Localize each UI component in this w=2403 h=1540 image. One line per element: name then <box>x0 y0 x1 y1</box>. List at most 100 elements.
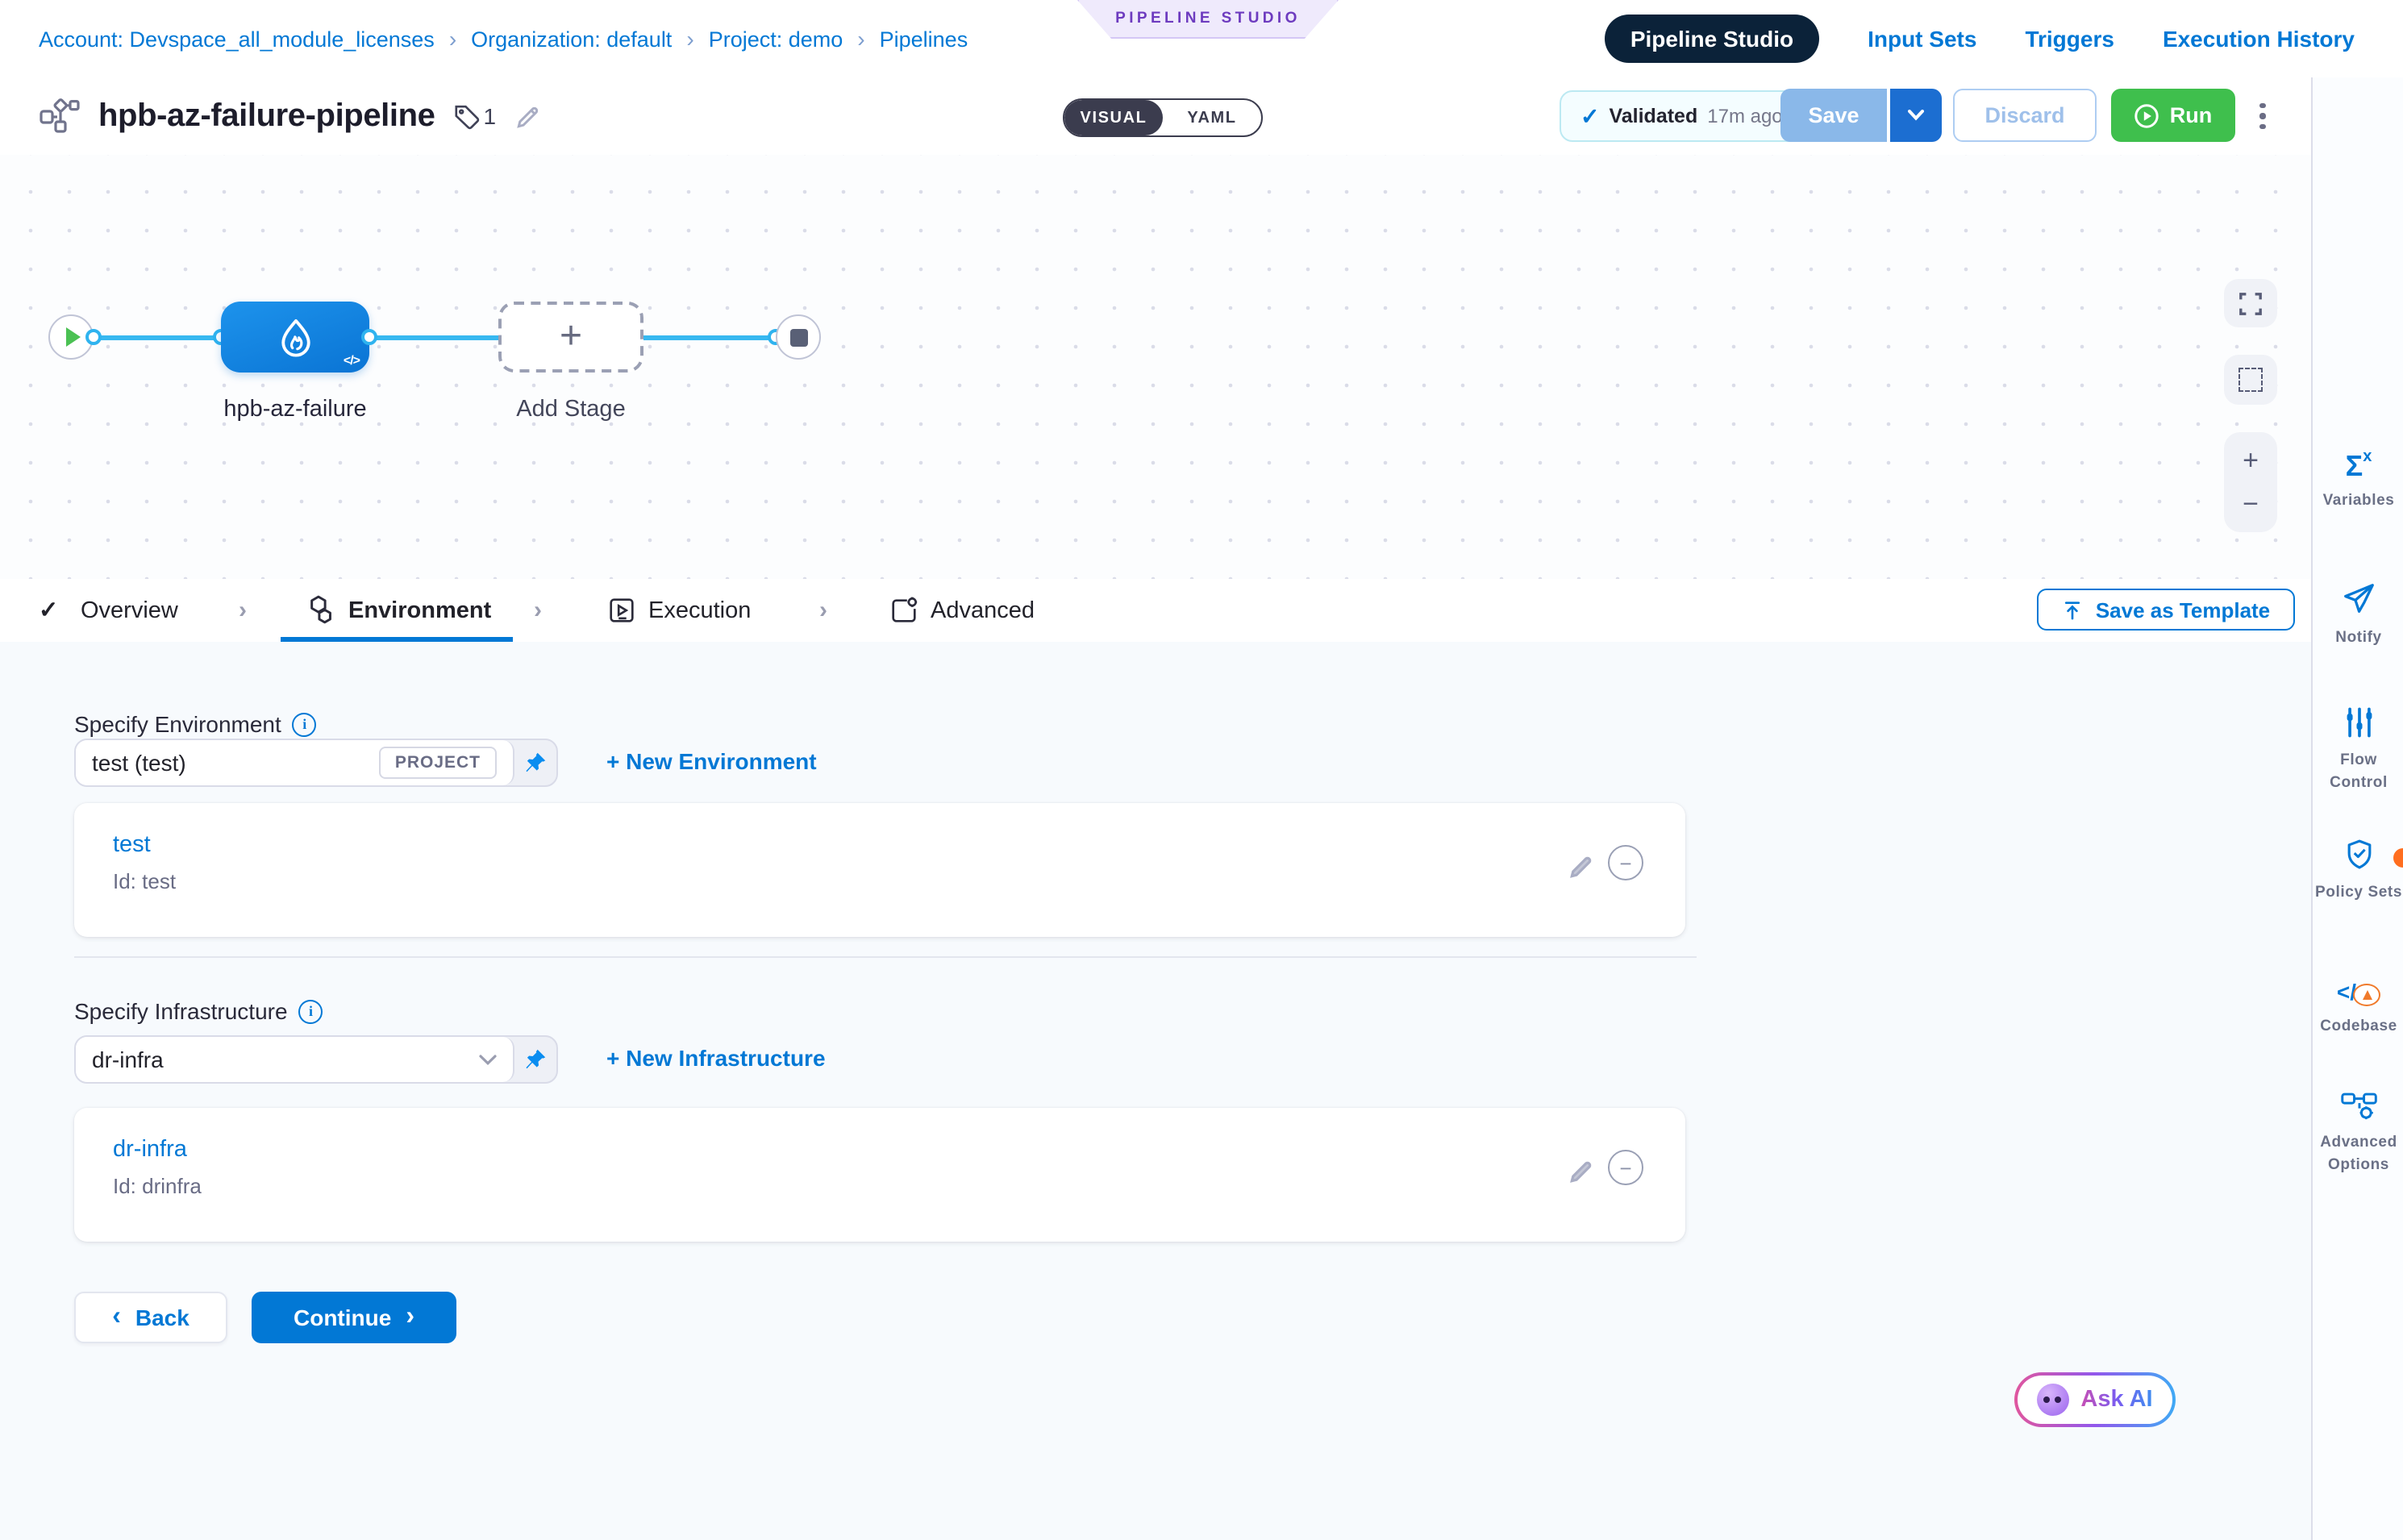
infrastructure-card-title[interactable]: dr-infra <box>113 1137 187 1163</box>
breadcrumb-separator: › <box>686 26 693 52</box>
zoom-out-button[interactable]: − <box>2243 489 2259 517</box>
discard-button[interactable]: Discard <box>1953 89 2097 142</box>
validated-time: 17m ago <box>1707 105 1782 127</box>
title-group: hpb-az-failure-pipeline 1 <box>39 77 541 155</box>
environment-panel: Specify Environment i test (test) PROJEC… <box>0 642 2311 1540</box>
breadcrumb-account[interactable]: Account: Devspace_all_module_licenses <box>39 27 435 51</box>
connector-dot <box>361 329 377 345</box>
pipeline-end-node <box>776 314 821 360</box>
continue-button[interactable]: Continue › <box>252 1292 456 1343</box>
ai-bot-icon <box>2037 1384 2069 1416</box>
rail-item-variables[interactable]: Σx Variables <box>2313 452 2403 513</box>
toggle-yaml[interactable]: YAML <box>1163 100 1261 135</box>
edit-pencil-icon[interactable] <box>514 102 541 130</box>
sigma-x-icon: Σx <box>2346 452 2372 481</box>
remove-minus-icon[interactable]: − <box>1608 845 1643 880</box>
chevron-right-icon: › <box>239 579 247 642</box>
scope-badge: PROJECT <box>379 747 497 779</box>
specify-infrastructure-label: Specify Infrastructure i <box>74 998 323 1024</box>
rail-item-flow-control[interactable]: Flow Control <box>2313 705 2403 794</box>
more-options-icon[interactable] <box>2251 95 2274 137</box>
run-play-icon <box>2134 102 2160 128</box>
rail-item-codebase[interactable]: </ Codebase <box>2313 977 2403 1038</box>
environment-card: test Id: test − <box>74 803 1685 937</box>
breadcrumb-project[interactable]: Project: demo <box>709 27 843 51</box>
edit-pencil-icon[interactable] <box>1568 1158 1595 1185</box>
nav-execution-history[interactable]: Execution History <box>2163 26 2355 52</box>
run-label: Run <box>2170 103 2213 127</box>
nav-pipeline-studio[interactable]: Pipeline Studio <box>1605 15 1819 63</box>
zoom-control: + − <box>2224 432 2277 532</box>
pin-environment-button[interactable] <box>514 740 556 785</box>
remove-minus-icon[interactable]: − <box>1608 1150 1643 1185</box>
code-glyph-icon: </> <box>344 353 360 368</box>
stage-tabbar: ✓ Overview › Environment › Execution › <box>0 579 2311 643</box>
environment-card-title[interactable]: test <box>113 832 151 858</box>
infrastructure-select-field[interactable]: dr-infra <box>76 1037 514 1082</box>
code-warning-icon: </ <box>2337 977 2380 1006</box>
tab-overview[interactable]: Overview <box>81 579 178 642</box>
selection-box-icon <box>2238 368 2263 392</box>
add-stage-button[interactable]: + <box>498 302 643 373</box>
tab-environment[interactable]: Environment <box>348 579 491 642</box>
save-dropdown-button[interactable] <box>1890 89 1942 142</box>
tab-execution[interactable]: Execution <box>648 579 751 642</box>
infrastructure-card: dr-infra Id: drinfra − <box>74 1108 1685 1242</box>
overview-check-icon: ✓ <box>39 579 58 642</box>
run-button[interactable]: Run <box>2111 89 2235 142</box>
chevron-left-icon: ‹ <box>112 1305 121 1330</box>
toggle-visual[interactable]: VISUAL <box>1064 100 1163 135</box>
tags[interactable]: 1 <box>453 102 497 130</box>
ask-ai-button[interactable]: Ask AI <box>2014 1372 2176 1427</box>
environment-select-field[interactable]: test (test) PROJECT <box>76 740 514 785</box>
title-bar: hpb-az-failure-pipeline 1 VISUAL YA <box>0 77 2311 156</box>
nav-triggers[interactable]: Triggers <box>2025 26 2114 52</box>
breadcrumb-organization[interactable]: Organization: default <box>471 27 672 51</box>
chevron-right-icon: › <box>406 1305 414 1330</box>
save-as-template-label: Save as Template <box>2096 597 2270 622</box>
plus-icon: + <box>560 314 582 360</box>
pushpin-icon <box>524 751 547 774</box>
pipeline-gear-icon <box>2339 1087 2378 1122</box>
specify-environment-label: Specify Environment i <box>74 711 317 737</box>
breadcrumb-pipelines[interactable]: Pipelines <box>880 27 968 51</box>
sliders-icon <box>2341 705 2376 740</box>
right-rail: Σx Variables Notify Flow Control <box>2311 77 2403 1540</box>
rail-item-notify[interactable]: Notify <box>2313 581 2403 650</box>
flow-connector-line <box>71 335 790 339</box>
new-environment-link[interactable]: + New Environment <box>606 748 817 774</box>
save-button[interactable]: Save <box>1780 89 1887 142</box>
breadcrumb-separator: › <box>857 26 864 52</box>
info-icon[interactable]: i <box>293 712 317 736</box>
tag-icon <box>453 102 481 130</box>
nav-input-sets[interactable]: Input Sets <box>1868 26 1976 52</box>
ask-ai-label: Ask AI <box>2080 1387 2152 1413</box>
rail-item-advanced-options[interactable]: Advanced Options <box>2313 1087 2403 1176</box>
edit-pencil-icon[interactable] <box>1568 853 1595 880</box>
fullscreen-button[interactable] <box>2224 279 2277 327</box>
back-button[interactable]: ‹ Back <box>74 1292 227 1343</box>
pipeline-studio-badge: PIPELINE STUDIO <box>1077 0 1339 39</box>
section-divider <box>74 956 1697 958</box>
zoom-in-button[interactable]: + <box>2243 447 2259 475</box>
fullscreen-icon <box>2238 291 2263 315</box>
pipeline-canvas[interactable]: </> + hpb-az-failure Add Stage + − <box>0 155 2311 581</box>
stage-node-hpb-az-failure[interactable]: </> <box>221 302 369 373</box>
shield-check-icon <box>2341 837 2376 872</box>
validated-chip[interactable]: ✓ Validated 17m ago <box>1560 90 1804 142</box>
pin-infrastructure-button[interactable] <box>514 1037 556 1082</box>
tab-advanced[interactable]: Advanced <box>931 579 1035 642</box>
info-icon[interactable]: i <box>299 999 323 1023</box>
check-icon: ✓ <box>1580 102 1599 130</box>
save-as-template-button[interactable]: Save as Template <box>2037 589 2295 631</box>
new-infrastructure-link[interactable]: + New Infrastructure <box>606 1045 826 1071</box>
tag-count: 1 <box>484 103 497 129</box>
stage-name-label: hpb-az-failure <box>166 397 424 422</box>
rail-item-policy-sets[interactable]: Policy Sets <box>2313 837 2403 905</box>
connector-dot <box>85 329 102 345</box>
breadcrumb-separator: › <box>449 26 456 52</box>
chevron-right-icon: › <box>534 579 542 642</box>
environment-select-value: test (test) <box>92 750 366 776</box>
validated-label: Validated <box>1609 105 1697 127</box>
multi-select-button[interactable] <box>2224 355 2277 405</box>
